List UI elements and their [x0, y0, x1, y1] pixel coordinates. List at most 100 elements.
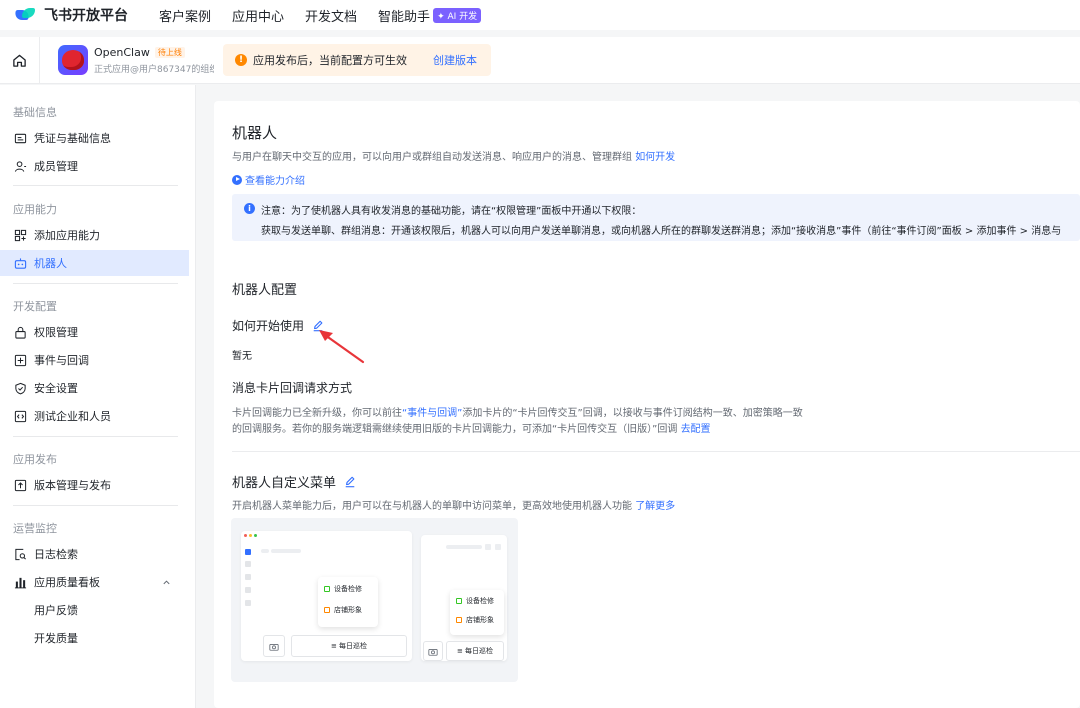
- callback-desc-1b: 添加卡片的“卡片回传交互”回调，以接收与事件订阅结构一致、加密策略一致: [462, 408, 803, 419]
- desktop-menu-popup: 设备检修 店铺形象: [318, 577, 378, 627]
- sidebar-item-logs[interactable]: 日志检索: [0, 541, 189, 567]
- custom-menu-desc-text: 开启机器人菜单能力后，用户可以在与机器人的单聊中访问菜单，更高效地使用机器人功能: [232, 501, 632, 512]
- sidebar-divider: [13, 505, 178, 506]
- annotation-arrow-icon: [319, 330, 365, 364]
- callback-title: 消息卡片回调请求方式: [232, 381, 353, 395]
- custom-menu-desc: 开启机器人菜单能力后，用户可以在与机器人的单聊中访问菜单，更高效地使用机器人功能…: [232, 497, 675, 512]
- sidebar-item-label: 用户反馈: [34, 604, 78, 617]
- sidebar-divider: [13, 185, 178, 186]
- desktop-preview: 设备检修 店铺形象 ≡ 每日巡检: [241, 531, 412, 661]
- top-navbar: 飞书开放平台 客户案例 应用中心 开发文档 智能助手 ✦ AI 开发: [0, 0, 1080, 30]
- warning-icon: !: [235, 54, 247, 66]
- brand-name: 飞书开放平台: [44, 8, 128, 24]
- sidebar: 基础信息 凭证与基础信息 成员管理 应用能力 添加应用能力 机器人 开发配置 权…: [0, 85, 196, 708]
- app-name: OpenClaw: [94, 45, 150, 59]
- sidebar-item-label: 应用质量看板: [34, 576, 100, 589]
- bot-settings-card: 机器人 与用户在聊天中交互的应用，可以向用户或群组自动发送消息、响应用户的消息、…: [214, 101, 1080, 708]
- events-callbacks-link[interactable]: “事件与回调”: [402, 408, 462, 419]
- play-circle-icon: [232, 174, 242, 185]
- sidebar-item-test-enterprise[interactable]: 测试企业和人员: [0, 403, 189, 429]
- sidebar-item-label: 开发质量: [34, 632, 78, 645]
- sidebar-item-versions[interactable]: 版本管理与发布: [0, 472, 189, 498]
- callback-desc-2-text: 的回调服务。若你的服务端逻辑需继续使用旧版的卡片回调能力，可添加“卡片回传交互（…: [232, 424, 678, 435]
- sidebar-item-credentials[interactable]: 凭证与基础信息: [0, 125, 189, 151]
- mobile-preview: 设备检修 店铺形象 ≡ 每日巡检: [421, 535, 507, 661]
- mobile-menu-item-store-image: 店铺形象: [466, 615, 494, 624]
- sidebar-item-add-capability[interactable]: 添加应用能力: [0, 222, 189, 248]
- view-capability-link[interactable]: 查看能力介绍: [232, 172, 305, 187]
- view-capability-label: 查看能力介绍: [245, 176, 305, 187]
- section-divider: [232, 451, 1080, 452]
- callback-desc-2: 的回调服务。若你的服务端逻辑需继续使用旧版的卡片回调能力，可添加“卡片回传交互（…: [232, 420, 711, 435]
- lock-icon: [14, 326, 27, 339]
- sidebar-item-label: 权限管理: [34, 326, 78, 339]
- nav-smart-assistant[interactable]: 智能助手 ✦ AI 开发: [378, 6, 482, 25]
- sidebar-item-user-feedback[interactable]: 用户反馈: [0, 597, 189, 623]
- callback-desc-1: 卡片回调能力已全新升级，你可以前往“事件与回调”添加卡片的“卡片回传交互”回调，…: [232, 404, 803, 419]
- home-icon: [13, 54, 26, 67]
- publish-notice: ! 应用发布后，当前配置方可生效 创建版本: [223, 44, 491, 76]
- edit-menu-icon[interactable]: [344, 476, 356, 488]
- sidebar-item-label: 日志检索: [34, 548, 78, 561]
- info-line-1: 注意：为了使机器人具有收发消息的基础功能，请在“权限管理”面板中开通以下权限：: [261, 206, 642, 217]
- sidebar-item-bot[interactable]: 机器人: [0, 250, 189, 276]
- how-to-start-heading: 如何开始使用: [232, 317, 324, 334]
- sidebar-item-security[interactable]: 安全设置: [0, 375, 189, 401]
- app-avatar: [58, 45, 88, 75]
- menu-preview-image: 设备检修 店铺形象 ≡ 每日巡检 设备检修 店铺形象 ≡ 每日巡检: [231, 518, 518, 682]
- section-dev-config: 开发配置: [13, 300, 57, 313]
- go-configure-link[interactable]: 去配置: [681, 424, 711, 435]
- chevron-up-icon: [163, 580, 170, 585]
- description-text: 与用户在聊天中交互的应用，可以向用户或群组自动发送消息、响应用户的消息、管理群组: [232, 152, 632, 163]
- id-card-icon: [14, 132, 27, 145]
- apps-add-icon: [14, 229, 27, 242]
- learn-more-link[interactable]: 了解更多: [635, 501, 675, 512]
- none-value: 暂无: [232, 351, 252, 362]
- mobile-menu-item-device-repair: 设备检修: [466, 596, 494, 605]
- camera-icon: [263, 635, 285, 657]
- info-icon: i: [244, 203, 255, 214]
- feishu-logo-icon: [14, 6, 37, 24]
- shield-icon: [14, 382, 27, 395]
- brand-logo[interactable]: 飞书开放平台: [14, 5, 128, 25]
- ai-dev-badge: ✦ AI 开发: [433, 7, 482, 23]
- nav-smart-assistant-label: 智能助手: [378, 9, 431, 25]
- menu-item-device-repair: 设备检修: [334, 584, 362, 593]
- nav-customer-cases[interactable]: 客户案例: [159, 6, 211, 25]
- sidebar-item-label: 事件与回调: [34, 354, 89, 367]
- nav-dev-docs[interactable]: 开发文档: [305, 6, 357, 25]
- section-operations: 运营监控: [13, 522, 57, 535]
- menu-item-store-image: 店铺形象: [334, 605, 362, 614]
- create-version-link[interactable]: 创建版本: [433, 52, 477, 68]
- daily-patrol-button: ≡ 每日巡检: [291, 635, 407, 657]
- nav-app-center[interactable]: 应用中心: [232, 6, 284, 25]
- sidebar-divider: [13, 436, 178, 437]
- section-app-publish: 应用发布: [13, 453, 57, 466]
- sidebar-item-label: 机器人: [34, 257, 67, 270]
- upload-icon: [14, 479, 27, 492]
- status-badge: 待上线: [154, 46, 185, 58]
- app-header: OpenClaw 待上线 正式应用@用户867347的组织 ! 应用发布后，当前…: [0, 36, 1080, 84]
- sidebar-item-label: 成员管理: [34, 160, 78, 173]
- sidebar-divider: [13, 283, 178, 284]
- code-icon: [14, 410, 27, 423]
- custom-menu-heading: 机器人自定义菜单: [232, 472, 356, 491]
- log-search-icon: [14, 548, 27, 561]
- home-button[interactable]: [0, 36, 40, 84]
- event-icon: [14, 354, 27, 367]
- bar-chart-icon: [14, 576, 27, 589]
- section-basic-info: 基础信息: [13, 106, 57, 119]
- sidebar-item-quality-dashboard[interactable]: 应用质量看板: [0, 569, 189, 595]
- bot-config-title: 机器人配置: [232, 283, 298, 298]
- notice-text: 应用发布后，当前配置方可生效: [253, 54, 407, 67]
- sidebar-item-dev-quality[interactable]: 开发质量: [0, 625, 189, 651]
- how-to-develop-link[interactable]: 如何开发: [635, 152, 675, 163]
- sidebar-item-members[interactable]: 成员管理: [0, 153, 189, 179]
- window-dots: [244, 534, 259, 537]
- user-add-icon: [14, 160, 27, 173]
- page-description: 与用户在聊天中交互的应用，可以向用户或群组自动发送消息、响应用户的消息、管理群组…: [232, 148, 675, 163]
- sidebar-item-events[interactable]: 事件与回调: [0, 347, 189, 373]
- sidebar-item-permissions[interactable]: 权限管理: [0, 319, 189, 345]
- sidebar-item-label: 凭证与基础信息: [34, 132, 111, 145]
- custom-menu-title: 机器人自定义菜单: [232, 476, 337, 491]
